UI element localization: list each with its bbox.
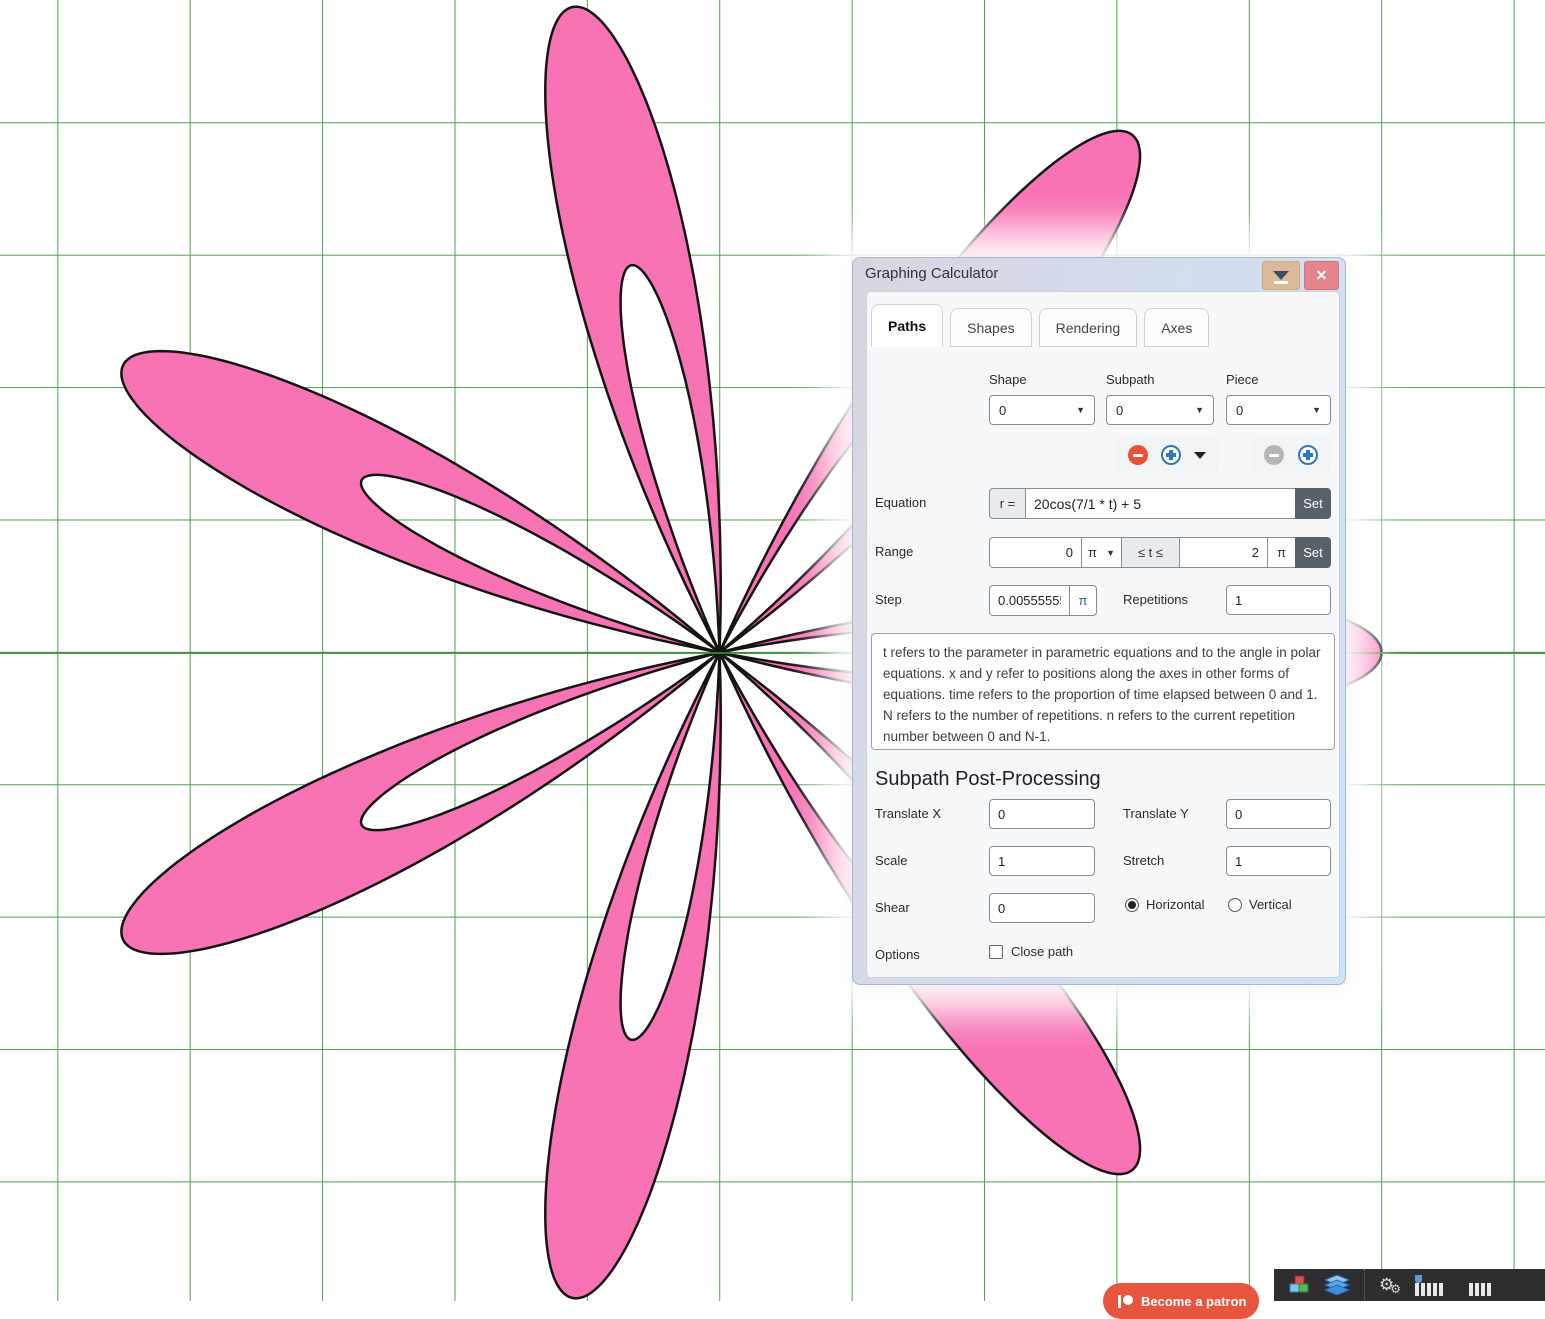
- parameter-help-text: t refers to the parameter in parametric …: [871, 633, 1335, 750]
- shear-input[interactable]: [989, 893, 1095, 923]
- scale-label: Scale: [875, 853, 908, 868]
- gears-icon[interactable]: ⚙⚙: [1379, 1274, 1401, 1296]
- stretch-input[interactable]: [1226, 846, 1331, 876]
- bottom-taskbar: ⚙⚙: [1274, 1269, 1545, 1301]
- dialog-panel: Paths Shapes Rendering Axes Shape Subpat…: [866, 291, 1340, 978]
- minimize-button[interactable]: [1262, 261, 1300, 290]
- add-piece-button[interactable]: [1298, 445, 1318, 465]
- options-label: Options: [875, 947, 920, 962]
- subpath-button-strip: [1115, 438, 1219, 472]
- add-subpath-button[interactable]: [1161, 445, 1181, 465]
- cubes-icon[interactable]: [1288, 1275, 1310, 1295]
- shear-vertical-option[interactable]: Vertical: [1228, 897, 1292, 912]
- scale-input[interactable]: [989, 846, 1095, 876]
- dialog-title: Graphing Calculator: [865, 265, 998, 282]
- step-group: π: [989, 585, 1097, 616]
- remove-piece-button[interactable]: [1264, 445, 1284, 465]
- graphing-calculator-dialog: Graphing Calculator ✕ Paths Shapes Rende…: [852, 257, 1346, 985]
- chevron-down-icon: ▼: [1106, 548, 1115, 558]
- close-button[interactable]: ✕: [1304, 261, 1339, 290]
- chevron-down-icon: ▼: [1076, 405, 1085, 415]
- shape-label: Shape: [989, 372, 1027, 387]
- stretch-label: Stretch: [1123, 853, 1164, 868]
- translate-y-input[interactable]: [1226, 799, 1331, 829]
- piece-label: Piece: [1226, 372, 1259, 387]
- taskbar-divider: [1364, 1269, 1365, 1301]
- close-path-checkbox[interactable]: [989, 945, 1003, 959]
- chevron-down-icon: ▼: [1195, 405, 1204, 415]
- horizontal-radio[interactable]: [1125, 898, 1139, 912]
- step-unit: π: [1069, 585, 1097, 616]
- range-to-unit: π: [1267, 537, 1295, 568]
- add-subpath-menu-caret[interactable]: [1194, 452, 1206, 459]
- subpath-post-processing-heading: Subpath Post-Processing: [875, 768, 1101, 791]
- step-input[interactable]: [989, 585, 1069, 616]
- translate-y-label: Translate Y: [1123, 806, 1189, 821]
- remove-subpath-button[interactable]: [1128, 445, 1148, 465]
- layers-icon[interactable]: [1324, 1275, 1350, 1295]
- range-from-input[interactable]: [989, 537, 1081, 568]
- chevron-down-icon: ▼: [1312, 405, 1321, 415]
- tab-bar: Paths Shapes Rendering Axes: [871, 304, 1209, 347]
- patreon-icon: [1118, 1295, 1133, 1308]
- subpath-label: Subpath: [1106, 372, 1154, 387]
- shear-label: Shear: [875, 900, 910, 915]
- equalizer-icon[interactable]: [1415, 1275, 1443, 1296]
- tab-rendering[interactable]: Rendering: [1039, 308, 1138, 347]
- range-to-input[interactable]: [1179, 537, 1267, 568]
- range-label: Range: [875, 544, 913, 559]
- piece-button-strip: [1251, 438, 1331, 472]
- repetitions-label: Repetitions: [1123, 592, 1188, 607]
- range-group: π▼ ≤ t ≤ π Set: [989, 537, 1331, 568]
- vertical-radio[interactable]: [1228, 898, 1242, 912]
- shear-horizontal-option[interactable]: Horizontal: [1125, 897, 1205, 912]
- equalizer-icon-2[interactable]: [1469, 1275, 1491, 1296]
- step-label: Step: [875, 592, 902, 607]
- collapse-icon: [1273, 271, 1289, 280]
- equation-label: Equation: [875, 495, 926, 510]
- tab-axes[interactable]: Axes: [1144, 308, 1209, 347]
- tab-shapes[interactable]: Shapes: [950, 308, 1031, 347]
- equation-set-button[interactable]: Set: [1295, 488, 1331, 519]
- become-a-patron-button[interactable]: Become a patron: [1103, 1283, 1259, 1319]
- shape-select[interactable]: 0▼: [989, 395, 1095, 425]
- equation-input[interactable]: [1025, 488, 1295, 519]
- equation-group: r = Set: [989, 488, 1331, 519]
- subpath-select[interactable]: 0▼: [1106, 395, 1214, 425]
- equation-prefix[interactable]: r =: [989, 488, 1025, 519]
- piece-select[interactable]: 0▼: [1226, 395, 1331, 425]
- range-middle-label: ≤ t ≤: [1121, 537, 1179, 568]
- close-path-option[interactable]: Close path: [989, 944, 1073, 959]
- translate-x-label: Translate X: [875, 806, 941, 821]
- close-icon: ✕: [1316, 267, 1328, 284]
- tab-paths[interactable]: Paths: [871, 304, 943, 347]
- range-from-unit-select[interactable]: π▼: [1081, 537, 1121, 568]
- repetitions-input[interactable]: [1226, 585, 1331, 615]
- dialog-titlebar[interactable]: Graphing Calculator ✕: [853, 258, 1345, 291]
- translate-x-input[interactable]: [989, 799, 1095, 829]
- range-set-button[interactable]: Set: [1295, 537, 1331, 568]
